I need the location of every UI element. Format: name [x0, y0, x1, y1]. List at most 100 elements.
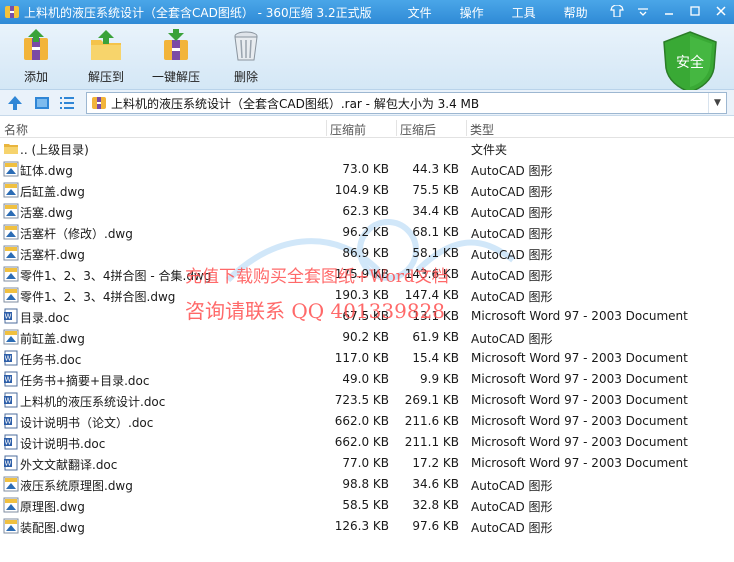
column-name[interactable]: 名称: [4, 121, 28, 138]
file-name: 外文文献翻译.doc: [20, 458, 118, 472]
file-size: 190.3 KB: [334, 288, 389, 302]
file-row[interactable]: .. (上级目录) 文件夹: [0, 138, 734, 159]
file-row[interactable]: 装配图.dwg 126.3 KB 97.6 KB AutoCAD 图形: [0, 516, 734, 537]
file-row[interactable]: W 任务书.doc 117.0 KB 15.4 KB Microsoft Word 97…: [0, 348, 734, 369]
maximize-button[interactable]: [686, 3, 704, 19]
autocad-file-icon: [3, 203, 19, 219]
file-type: Microsoft Word 97 - 2003 Document: [471, 393, 688, 407]
address-bar: 上料机的液压系统设计（全套含CAD图纸）.rar - 解包大小为 3.4 MB …: [0, 90, 734, 116]
file-name: 目录.doc: [20, 311, 70, 325]
list-view-icon[interactable]: [58, 94, 76, 112]
file-size: 90.2 KB: [342, 330, 389, 344]
file-row[interactable]: W 目录.doc 67.5 KB 13.1 KB Microsoft Word 97 -…: [0, 306, 734, 327]
file-row[interactable]: 零件1、2、3、4拼合图 - 合集.dwg 175.9 KB 143.6 KB Aut…: [0, 264, 734, 285]
file-packed-size: 211.6 KB: [404, 414, 459, 428]
trash-bin-icon: [234, 31, 258, 61]
file-row[interactable]: 缸体.dwg 73.0 KB 44.3 KB AutoCAD 图形: [0, 159, 734, 180]
one-click-extract-button[interactable]: 一键解压: [145, 28, 207, 85]
file-row[interactable]: 零件1、2、3、4拼合图.dwg 190.3 KB 147.4 KB AutoCAD …: [0, 285, 734, 306]
file-type: Microsoft Word 97 - 2003 Document: [471, 351, 688, 365]
window-controls: [608, 3, 730, 19]
file-packed-size: 97.6 KB: [412, 519, 459, 533]
file-row[interactable]: 活塞杆.dwg 86.9 KB 58.1 KB AutoCAD 图形: [0, 243, 734, 264]
file-size: 62.3 KB: [342, 204, 389, 218]
file-packed-size: 32.8 KB: [412, 498, 459, 512]
autocad-file-icon: [3, 161, 19, 177]
file-name: 零件1、2、3、4拼合图.dwg: [20, 290, 176, 304]
address-dropdown-icon[interactable]: ▼: [708, 93, 726, 113]
extract-to-label: 解压到: [87, 70, 124, 84]
file-list: .. (上级目录) 文件夹 缸体.dwg 73.0 KB 44.3 KB AutoCAD …: [0, 138, 734, 537]
delete-button[interactable]: 删除: [215, 28, 277, 85]
word-doc-icon: W: [3, 308, 19, 324]
file-row[interactable]: 活塞杆（修改）.dwg 96.2 KB 68.1 KB AutoCAD 图形: [0, 222, 734, 243]
svg-text:W: W: [5, 313, 12, 321]
file-size: 662.0 KB: [334, 414, 389, 428]
file-name: 上料机的液压系统设计.doc: [20, 395, 166, 409]
archive-icon: [92, 97, 106, 109]
svg-text:W: W: [5, 439, 12, 447]
autocad-file-icon: [3, 497, 19, 513]
autocad-file-icon: [3, 245, 19, 261]
extract-to-button[interactable]: 解压到: [75, 28, 137, 85]
file-packed-size: 34.6 KB: [412, 477, 459, 491]
autocad-file-icon: [3, 476, 19, 492]
file-row[interactable]: 前缸盖.dwg 90.2 KB 61.9 KB AutoCAD 图形: [0, 327, 734, 348]
add-archive-icon: [24, 29, 48, 60]
extract-folder-icon: [91, 30, 121, 60]
file-row[interactable]: W 设计说明书.doc 662.0 KB 211.1 KB Microsoft Word…: [0, 432, 734, 453]
add-label: 添加: [23, 70, 48, 84]
file-type: AutoCAD 图形: [471, 479, 553, 493]
menu-file[interactable]: 文件: [408, 4, 432, 21]
file-size: 662.0 KB: [334, 435, 389, 449]
file-name: 原理图.dwg: [20, 500, 85, 514]
file-packed-size: 44.3 KB: [412, 162, 459, 176]
skin-icon[interactable]: [608, 3, 626, 19]
add-button[interactable]: 添加: [5, 28, 67, 85]
svg-text:W: W: [5, 460, 12, 468]
file-type: AutoCAD 图形: [471, 332, 553, 346]
file-name: 活塞杆.dwg: [20, 248, 85, 262]
menu-help[interactable]: 帮助: [564, 4, 588, 21]
file-type: Microsoft Word 97 - 2003 Document: [471, 372, 688, 386]
file-packed-size: 34.4 KB: [412, 204, 459, 218]
security-shield-icon[interactable]: 安全: [660, 30, 720, 94]
file-size: 77.0 KB: [342, 456, 389, 470]
word-doc-icon: W: [3, 392, 19, 408]
file-row[interactable]: 活塞.dwg 62.3 KB 34.4 KB AutoCAD 图形: [0, 201, 734, 222]
menu-operate[interactable]: 操作: [460, 4, 484, 21]
svg-text:W: W: [5, 418, 12, 426]
file-name: 液压系统原理图.dwg: [20, 479, 133, 493]
address-field[interactable]: 上料机的液压系统设计（全套含CAD图纸）.rar - 解包大小为 3.4 MB …: [86, 92, 727, 114]
thumbnail-view-icon[interactable]: [33, 94, 51, 112]
file-type: AutoCAD 图形: [471, 164, 553, 178]
word-doc-icon: W: [3, 350, 19, 366]
file-packed-size: 211.1 KB: [404, 435, 459, 449]
autocad-file-icon: [3, 182, 19, 198]
file-row[interactable]: 后缸盖.dwg 104.9 KB 75.5 KB AutoCAD 图形: [0, 180, 734, 201]
file-type: Microsoft Word 97 - 2003 Document: [471, 435, 688, 449]
close-button[interactable]: [712, 3, 730, 19]
file-row[interactable]: 原理图.dwg 58.5 KB 32.8 KB AutoCAD 图形: [0, 495, 734, 516]
menu-tools[interactable]: 工具: [512, 4, 536, 21]
svg-text:W: W: [5, 376, 12, 384]
minimize-button[interactable]: [660, 3, 678, 19]
autocad-file-icon: [3, 287, 19, 303]
file-name: 设计说明书（论文）.doc: [20, 416, 154, 430]
autocad-file-icon: [3, 518, 19, 534]
file-row[interactable]: W 设计说明书（论文）.doc 662.0 KB 211.6 KB Microsoft …: [0, 411, 734, 432]
file-row[interactable]: 液压系统原理图.dwg 98.8 KB 34.6 KB AutoCAD 图形: [0, 474, 734, 495]
file-size: 723.5 KB: [334, 393, 389, 407]
file-row[interactable]: W 外文文献翻译.doc 77.0 KB 17.2 KB Microsoft Word …: [0, 453, 734, 474]
window-title: 上料机的液压系统设计（全套含CAD图纸） - 360压缩 3.2正式版: [24, 5, 372, 20]
file-packed-size: 68.1 KB: [412, 225, 459, 239]
menu-dropdown-icon[interactable]: [634, 3, 652, 19]
column-packed[interactable]: 压缩后: [400, 121, 436, 138]
toolbar: 添加 解压到 一键解压 删除 安全: [0, 24, 734, 93]
column-size[interactable]: 压缩前: [330, 121, 366, 138]
column-type[interactable]: 类型: [470, 121, 494, 138]
file-row[interactable]: W 任务书+摘要+目录.doc 49.0 KB 9.9 KB Microsoft Wor…: [0, 369, 734, 390]
up-arrow-icon[interactable]: [6, 94, 24, 112]
file-row[interactable]: W 上料机的液压系统设计.doc 723.5 KB 269.1 KB Microsoft…: [0, 390, 734, 411]
word-doc-icon: W: [3, 455, 19, 471]
